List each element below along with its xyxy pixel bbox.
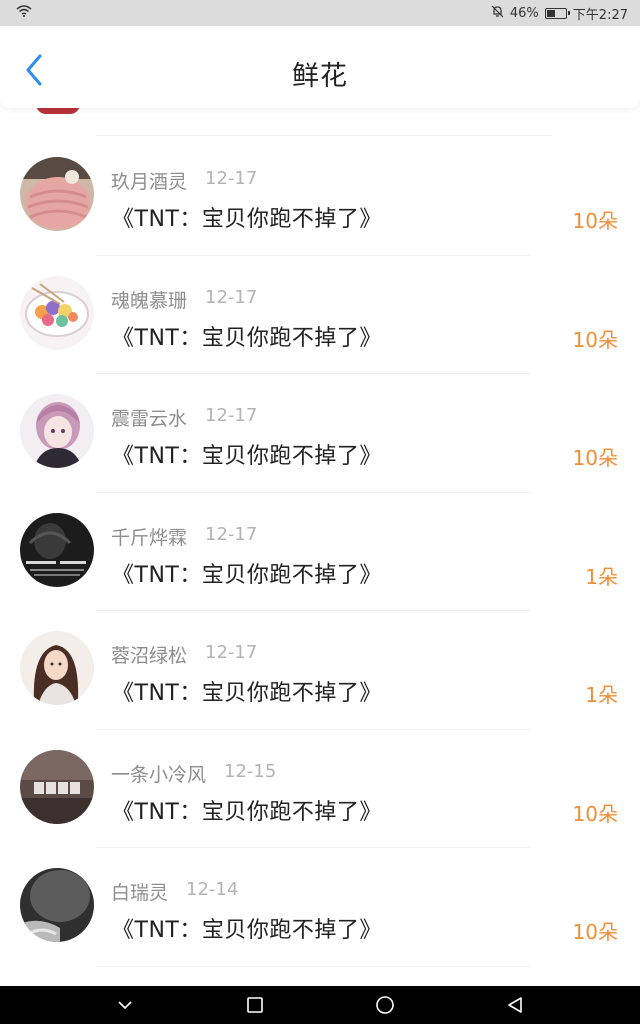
flower-count: 1朵 — [585, 564, 618, 589]
home-button[interactable] — [365, 990, 405, 1020]
back-nav-button[interactable] — [495, 990, 535, 1020]
clock: 下午2:27 — [572, 7, 628, 23]
list-item[interactable]: 一条小冷风 12-15 《TNT：宝贝你跑不掉了》 10朵 — [0, 730, 640, 848]
system-nav-bar — [0, 986, 640, 1024]
gift-title: 《TNT：宝贝你跑不掉了》 — [112, 207, 382, 232]
gift-date: 12-15 — [224, 760, 277, 782]
user-name[interactable]: 一条小冷风 — [111, 760, 206, 787]
page-title: 鲜花 — [292, 61, 348, 92]
flower-count: 10朵 — [572, 209, 618, 233]
list-item[interactable]: 白瑞灵 12-14 《TNT：宝贝你跑不掉了》 10朵 — [0, 848, 640, 967]
flower-count: 1朵 — [585, 683, 618, 707]
avatar[interactable] — [20, 868, 94, 942]
anime-girl-avatar-icon — [20, 394, 94, 468]
status-right: 46% 下午2:27 — [491, 4, 628, 23]
battery-fill — [546, 9, 555, 17]
user-name[interactable]: 魂魄慕珊 — [111, 286, 187, 313]
user-name[interactable]: 千斤烨霖 — [111, 523, 187, 550]
gift-date: 12-17 — [205, 168, 258, 189]
divider — [96, 135, 552, 136]
mute-bell-icon — [491, 5, 504, 22]
gift-list: 玖月酒灵 12-17 《TNT：宝贝你跑不掉了》 10朵 魂魄慕珊 12-17 … — [0, 137, 640, 967]
chevron-down-icon — [118, 1001, 132, 1010]
wifi-icon — [16, 5, 32, 21]
gift-title: 《TNT：宝贝你跑不掉了》 — [112, 562, 382, 588]
hide-keyboard-button[interactable] — [105, 990, 145, 1020]
girl-photo-avatar-icon — [20, 631, 94, 705]
gift-title: 《TNT：宝贝你跑不掉了》 — [112, 325, 382, 351]
circle-icon — [376, 996, 394, 1014]
list-item[interactable]: 千斤烨霖 12-17 《TNT：宝贝你跑不掉了》 1朵 — [0, 493, 640, 611]
food-bowl-avatar-icon — [20, 275, 94, 350]
avatar[interactable] — [20, 157, 94, 231]
dark-text-avatar-icon — [20, 512, 94, 587]
flower-count: 10朵 — [572, 920, 618, 944]
avatar[interactable] — [20, 512, 94, 587]
battery-percent: 46% — [509, 5, 539, 21]
user-name[interactable]: 白瑞灵 — [111, 878, 168, 905]
status-bar: 46% 下午2:27 — [0, 0, 640, 26]
avatar[interactable] — [20, 631, 94, 705]
battery-icon — [544, 7, 570, 19]
avatar[interactable] — [20, 749, 94, 824]
list-item[interactable]: 魂魄慕珊 12-17 《TNT：宝贝你跑不掉了》 10朵 — [0, 256, 640, 374]
gift-title: 《TNT：宝贝你跑不掉了》 — [112, 918, 382, 943]
gift-date: 12-17 — [205, 405, 258, 426]
user-name[interactable]: 玖月酒灵 — [111, 167, 187, 194]
list-item[interactable]: 玖月酒灵 12-17 《TNT：宝贝你跑不掉了》 10朵 — [0, 137, 640, 256]
knit-hat-avatar-icon — [20, 157, 94, 231]
user-name[interactable]: 震雷云水 — [111, 404, 187, 431]
list-item[interactable]: 蓉沼绿松 12-17 《TNT：宝贝你跑不掉了》 1朵 — [0, 611, 640, 730]
calligraphy-avatar-icon — [20, 749, 94, 824]
gift-title: 《TNT：宝贝你跑不掉了》 — [112, 681, 382, 706]
flower-count: 10朵 — [572, 327, 618, 352]
flower-count: 10朵 — [572, 446, 618, 470]
flower-count: 10朵 — [572, 801, 618, 826]
gift-date: 12-14 — [186, 879, 239, 900]
gift-title: 《TNT：宝贝你跑不掉了》 — [112, 799, 382, 825]
square-icon — [247, 997, 263, 1013]
user-name[interactable]: 蓉沼绿松 — [111, 641, 187, 668]
avatar[interactable] — [20, 275, 94, 350]
gray-photo-avatar-icon — [20, 868, 94, 942]
list-item[interactable]: 震雷云水 12-17 《TNT：宝贝你跑不掉了》 10朵 — [0, 374, 640, 493]
avatar[interactable] — [20, 394, 94, 468]
header: 鲜花 — [0, 26, 640, 108]
recent-apps-button[interactable] — [235, 990, 275, 1020]
triangle-back-icon — [508, 997, 522, 1013]
gift-date: 12-17 — [205, 642, 258, 663]
gift-date: 12-17 — [205, 286, 258, 308]
gift-date: 12-17 — [205, 523, 258, 545]
divider — [96, 965, 530, 967]
gift-title: 《TNT：宝贝你跑不掉了》 — [112, 444, 382, 469]
